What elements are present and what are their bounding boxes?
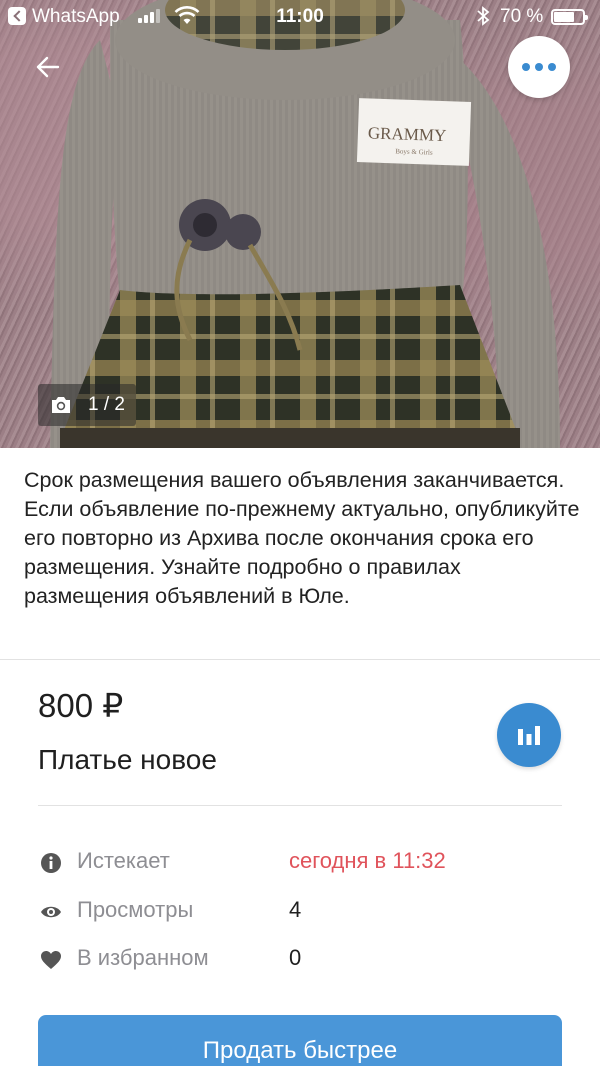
info-row-views: Просмотры 4: [38, 897, 562, 927]
more-dot-icon: [535, 63, 543, 71]
sell-faster-button[interactable]: Продать быстрее: [38, 1015, 562, 1066]
camera-icon: [52, 397, 70, 413]
bluetooth-icon: [477, 6, 490, 26]
info-icon: [41, 853, 61, 873]
info-row-expires: Истекает сегодня в 11:32: [38, 848, 562, 878]
more-options-button[interactable]: [508, 36, 570, 98]
info-label: В избранном: [77, 945, 209, 970]
eye-icon: [41, 906, 61, 918]
bar-chart-icon: [518, 726, 540, 745]
status-bar: WhatsApp 11:00 70 %: [0, 0, 600, 34]
statistics-button[interactable]: [497, 703, 561, 767]
more-dot-icon: [522, 63, 530, 71]
listing-price: 800 ₽: [38, 687, 124, 724]
info-value-views: 4: [289, 897, 302, 922]
expiry-notice: Срок размещения вашего объявления заканч…: [24, 468, 580, 608]
photo-counter: 1 / 2: [38, 384, 136, 426]
info-value-favorites: 0: [289, 945, 302, 970]
photo-counter-text: 1 / 2: [88, 394, 125, 415]
divider: [0, 659, 600, 660]
battery-icon: [551, 9, 588, 25]
more-dot-icon: [548, 63, 556, 71]
divider: [38, 805, 562, 806]
info-value-expires: сегодня в 11:32: [289, 848, 446, 873]
product-photo[interactable]: GRAMMY Boys & Girls WhatsApp 11:00 70 %: [0, 0, 600, 448]
heart-icon: [41, 951, 61, 969]
info-label: Истекает: [77, 848, 170, 873]
svg-text:Boys & Girls: Boys & Girls: [395, 147, 433, 156]
listing-title: Платье новое: [38, 744, 217, 775]
info-label: Просмотры: [77, 897, 194, 922]
svg-text:GRAMMY: GRAMMY: [368, 123, 447, 145]
back-arrow-icon[interactable]: [30, 50, 70, 84]
battery-percent: 70 %: [500, 6, 544, 27]
info-row-favorites: В избранном 0: [38, 945, 562, 975]
